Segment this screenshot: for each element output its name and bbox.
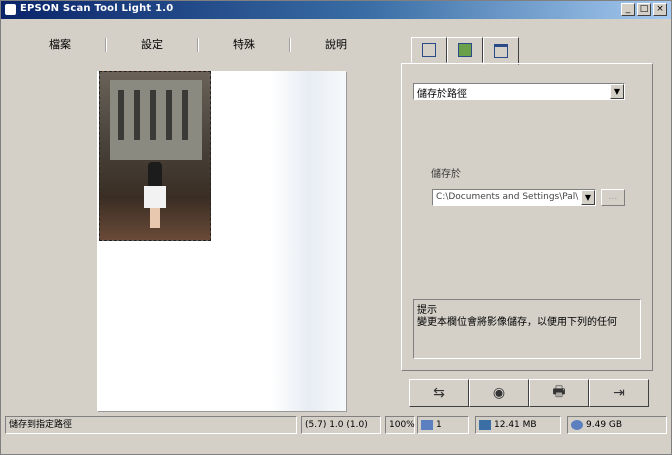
hint-title: 提示 — [417, 305, 437, 316]
scanned-photo-selection[interactable] — [99, 71, 211, 241]
output-icon — [494, 44, 508, 58]
scan-icon: ◉ — [492, 385, 506, 401]
menu-help[interactable]: 說明 — [291, 34, 381, 56]
save-path-value: C:\Documents and Settings\Pal\ — [436, 192, 579, 202]
disk-icon — [479, 419, 491, 430]
tab-image-adjust[interactable] — [447, 37, 483, 63]
exit-button[interactable]: ⇥ — [589, 379, 649, 407]
tab-output[interactable] — [483, 37, 519, 65]
image-adjust-icon — [458, 43, 472, 57]
refresh-icon — [571, 419, 583, 430]
settings-tabs — [411, 37, 519, 65]
browse-button[interactable]: ... — [601, 189, 625, 206]
status-free-space: 9.49 GB — [567, 416, 667, 434]
status-dimensions: (5.7) 1.0 (1.0) — [301, 416, 381, 434]
window-title: EPSON Scan Tool Light 1.0 — [20, 3, 174, 14]
print-button[interactable]: 🖶 — [529, 379, 589, 407]
chevron-down-icon[interactable]: ▼ — [581, 190, 595, 205]
action-toolbar: ⇆ ◉ 🖶 ⇥ — [409, 379, 649, 407]
save-path-select[interactable]: C:\Documents and Settings\Pal\ ▼ — [432, 189, 596, 206]
app-icon — [5, 4, 16, 15]
chevron-down-icon[interactable]: ▼ — [610, 84, 624, 99]
free-space-value: 9.49 GB — [586, 420, 623, 430]
window-controls: _ □ × — [621, 3, 667, 16]
menu-bar: 檔案 設定 特殊 說明 — [15, 34, 381, 56]
preview-button[interactable]: ⇆ — [409, 379, 469, 407]
title-bar[interactable]: EPSON Scan Tool Light 1.0 _ □ × — [1, 1, 671, 19]
minimize-button[interactable]: _ — [621, 3, 635, 16]
copies-icon — [421, 419, 433, 430]
status-file-size: 12.41 MB — [475, 416, 561, 434]
exit-icon: ⇥ — [613, 385, 625, 401]
scan-settings-icon — [422, 43, 436, 57]
file-size-value: 12.41 MB — [494, 420, 537, 430]
output-mode-value: 儲存於路徑 — [417, 89, 467, 100]
status-zoom: 100% — [385, 416, 415, 434]
status-message: 儲存到指定路徑 — [5, 416, 297, 434]
output-mode-select[interactable]: 儲存於路徑 ▼ — [413, 83, 625, 100]
preview-icon: ⇆ — [433, 385, 445, 401]
print-icon: 🖶 — [552, 384, 566, 400]
save-location-label: 儲存於 — [431, 169, 461, 180]
hint-text: 變更本欄位會將影像儲存，以便用下列的任何 — [417, 317, 617, 328]
hint-box — [413, 299, 641, 359]
app-window: EPSON Scan Tool Light 1.0 _ □ × 檔案 設定 特殊… — [0, 0, 672, 455]
menu-settings[interactable]: 設定 — [107, 34, 197, 56]
status-bar: 儲存到指定路徑 (5.7) 1.0 (1.0) 100% 1 12.41 MB … — [1, 413, 671, 435]
menu-special[interactable]: 特殊 — [199, 34, 289, 56]
maximize-button[interactable]: □ — [637, 3, 651, 16]
photo-building — [110, 80, 202, 160]
tab-scan-settings[interactable] — [411, 37, 447, 63]
menu-file[interactable]: 檔案 — [15, 34, 105, 56]
close-button[interactable]: × — [653, 3, 667, 16]
copies-value: 1 — [436, 420, 442, 430]
status-copies: 1 — [417, 416, 469, 434]
scan-button[interactable]: ◉ — [469, 379, 529, 407]
